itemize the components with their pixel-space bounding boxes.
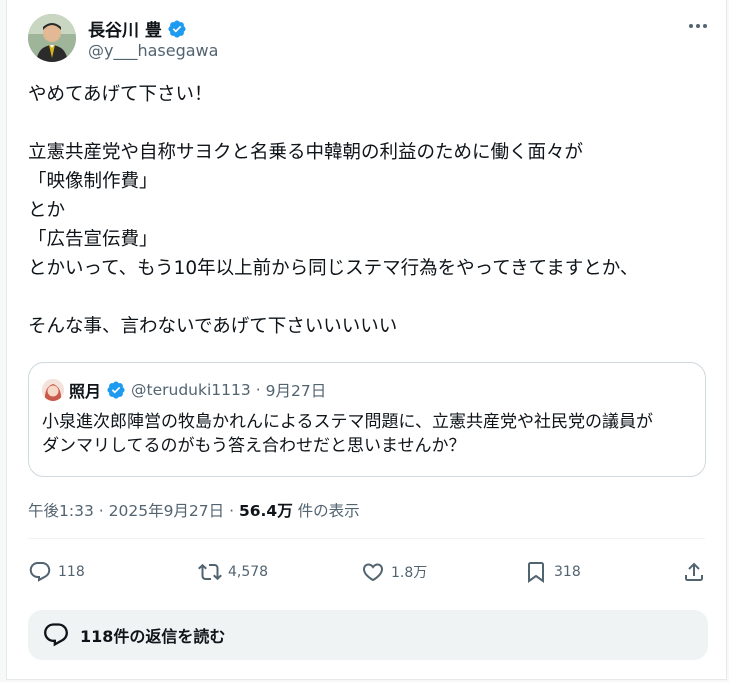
- quoted-author-avatar: [42, 379, 64, 401]
- reply-button[interactable]: 118: [28, 554, 85, 590]
- reply-icon: [29, 562, 51, 582]
- views-count: 56.4万: [238, 502, 293, 520]
- quoted-tweet-text: 小泉進次郎陣営の牧島かれんによるステマ問題に、立憲共産党や社民党の議員が ダンマ…: [42, 410, 702, 458]
- tweet-date[interactable]: 2025年9月27日: [109, 502, 225, 520]
- author-name-row: 長谷川 豊: [88, 16, 187, 41]
- meta-separator: ·: [98, 502, 104, 520]
- share-button[interactable]: [682, 554, 706, 590]
- like-count: 1.8万: [391, 565, 428, 581]
- quoted-tweet[interactable]: 照月 @teruduki1113 · 9月27日 小泉進次郎陣営の牧島かれんによ…: [28, 362, 706, 477]
- tweet-meta: 午後1:33 · 2025年9月27日 · 56.4万 件の表示: [28, 499, 360, 521]
- read-replies-button[interactable]: 118件の返信を読む: [28, 610, 708, 660]
- tweet-line: とか: [28, 200, 66, 221]
- tweet-card: 長谷川 豊 @y___hasegawa やめてあげて下さい！ 立憲共産党や自称サ…: [6, 0, 727, 680]
- author-avatar[interactable]: [28, 14, 76, 62]
- tweet-line: やめてあげて下さい！: [28, 84, 213, 105]
- tweet-time[interactable]: 午後1:33: [28, 502, 94, 520]
- repost-icon: [198, 563, 222, 581]
- divider: [28, 538, 705, 539]
- more-horizontal-icon[interactable]: [686, 16, 710, 36]
- tweet-text: やめてあげて下さい！ 立憲共産党や自称サヨクと名乗る中韓朝の利益のために働く面々…: [28, 80, 718, 341]
- repost-button[interactable]: 4,578: [198, 554, 268, 590]
- speech-bubble-icon: [44, 623, 68, 647]
- quoted-tweet-line: ダンマリしてるのがもう答え合わせだと思いませんか？: [42, 436, 466, 456]
- tweet-line: 「映像制作費」: [28, 171, 158, 192]
- tweet-line: [28, 109, 718, 138]
- author-handle[interactable]: @y___hasegawa: [88, 41, 218, 60]
- share-icon: [685, 562, 703, 581]
- meta-separator: ·: [255, 381, 261, 399]
- tweet-line: 「広告宣伝費」: [28, 229, 158, 250]
- action-bar: 118 4,578 1.8万 318: [28, 554, 705, 590]
- verified-badge-icon: [106, 380, 126, 400]
- heart-icon: [362, 563, 384, 582]
- quoted-author-name: 照月: [69, 382, 102, 401]
- views-label: 件の表示: [297, 502, 360, 520]
- like-button[interactable]: 1.8万: [361, 554, 427, 590]
- tweet-line: 立憲共産党や自称サヨクと名乗る中韓朝の利益のために働く面々が: [28, 142, 584, 163]
- bookmark-count: 318: [554, 564, 581, 580]
- tweet-line: とかいって、もう10年以上前から同じステマ行為をやってきてますとか、: [28, 258, 639, 279]
- bookmark-button[interactable]: 318: [524, 554, 581, 590]
- tweet-line: [28, 283, 718, 312]
- author-display-name[interactable]: 長谷川 豊: [88, 16, 162, 41]
- quoted-author-handle: @teruduki1113: [131, 381, 251, 399]
- reply-count: 118: [58, 564, 85, 580]
- tweet-header: 長谷川 豊 @y___hasegawa: [28, 14, 710, 66]
- verified-badge-icon: [167, 19, 187, 39]
- quoted-tweet-line: 小泉進次郎陣営の牧島かれんによるステマ問題に、立憲共産党や社民党の議員が: [42, 412, 653, 432]
- quoted-tweet-date: 9月27日: [265, 382, 327, 400]
- quoted-tweet-header: 照月 @teruduki1113 · 9月27日: [42, 378, 326, 402]
- meta-separator: ·: [229, 502, 235, 520]
- bookmark-icon: [528, 562, 544, 583]
- read-replies-label: 118件の返信を読む: [80, 627, 226, 646]
- repost-count: 4,578: [228, 564, 269, 580]
- tweet-line: そんな事、言わないであげて下さいいいいい: [28, 316, 398, 337]
